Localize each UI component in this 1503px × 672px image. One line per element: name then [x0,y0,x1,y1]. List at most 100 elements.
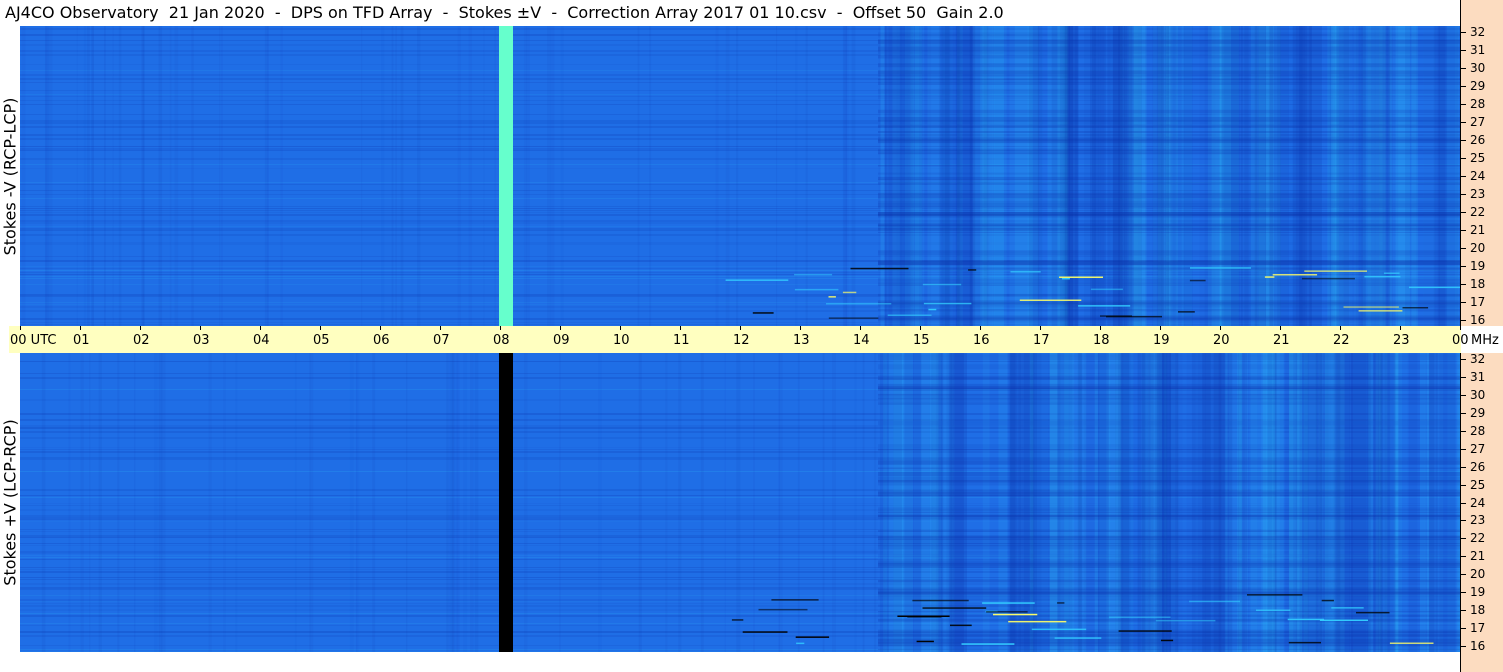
y-tick-mark [1461,592,1466,594]
activity-band [878,176,1460,179]
x-tick-mark [980,326,981,330]
faint-column [80,353,84,652]
rfi-streak [916,640,934,643]
rfi-streak [1256,609,1291,611]
faint-column [450,353,454,652]
activity-band [878,181,1460,185]
activity-band [878,70,1460,75]
y-tick-label: 20 [1470,241,1486,255]
x-tick-label: 04 [253,333,270,348]
x-tick-mark [1040,326,1041,330]
rfi-streak [1054,637,1102,639]
faint-column [547,26,551,326]
activity-band [878,124,1460,128]
activity-band [878,530,1460,532]
faint-column [98,353,102,652]
x-tick-mark [860,326,861,330]
x-tick-mark [740,326,741,330]
x-tick-label: 00 [1452,333,1469,348]
faint-column [725,26,730,326]
activity-band [878,444,1460,448]
rfi-streak [742,631,788,633]
faint-column [523,26,527,326]
x-tick-label: 09 [553,333,570,348]
activity-band [878,79,1460,81]
activity-band [878,592,1460,595]
y-tick-mark [1461,412,1466,414]
x-tick-mark [380,326,381,330]
rfi-streak [1383,272,1400,274]
y-tick-label: 29 [1470,79,1486,93]
rfi-streak [928,308,937,311]
x-tick-mark [1280,326,1281,330]
y-tick-label: 19 [1470,585,1486,600]
x-tick-mark [260,326,261,330]
y-tick-mark [1461,610,1466,612]
faint-column [560,26,564,326]
rfi-streak [1059,276,1103,278]
x-tick-mark [140,326,141,330]
faint-column [221,26,223,326]
faint-column [406,353,408,652]
activity-band [878,252,1460,256]
x-tick-label: 14 [853,333,870,348]
activity-band [878,422,1460,426]
faint-column [842,26,847,326]
faint-column [832,353,836,652]
spectrogram-bottom [20,353,1460,652]
x-tick-mark [680,326,681,330]
faint-column [417,26,421,326]
y-tick-mark [1461,466,1466,468]
y-tick-mark [1461,538,1466,540]
x-tick-label: 08 [493,333,510,348]
x-tick-mark [1100,326,1101,330]
activity-band [878,63,1460,68]
activity-band [878,293,1460,297]
faint-column [457,26,462,326]
y-tick-mark [1461,284,1466,285]
faint-column [468,26,473,326]
y-tick-mark [1461,212,1466,213]
rfi-streak [982,602,1035,604]
rfi-streak [1364,275,1401,278]
faint-column [161,353,166,652]
rfi-streak [907,616,942,618]
activity-band [878,75,1460,77]
rfi-streak [1288,641,1321,644]
rfi-streak [752,312,774,314]
y-tick-label: 21 [1470,549,1486,564]
activity-band [878,94,1460,99]
rfi-streak [1189,600,1240,603]
faint-column [391,26,394,326]
activity-band [878,553,1460,558]
activity-band [878,131,1460,133]
activity-band [878,356,1460,361]
x-tick-mark [20,326,21,330]
frequency-axis-bottom: 32 31 30 29 28 27 26 25 24 23 22 21 20 19 18 17 16 [1460,353,1503,672]
x-tick-label: 17 [1033,333,1050,348]
activity-band [878,648,1460,650]
faint-column [264,26,269,326]
faint-column [154,353,158,652]
activity-band [878,231,1460,233]
activity-band [878,165,1460,167]
activity-band [878,192,1460,198]
y-unit-label: MHz [1471,333,1499,348]
rfi-streak [826,303,892,305]
y-tick-mark [1461,302,1466,303]
rfi-streak [1100,315,1132,317]
rfi-streak [1008,620,1067,623]
activity-band [878,46,1460,51]
chart-title: AJ4CO Observatory 21 Jan 2020 - DPS on T… [5,3,1004,22]
activity-band [878,393,1460,396]
x-tick-label: 07 [433,333,450,348]
x-tick-mark [920,326,921,330]
rfi-streak [1190,267,1251,269]
rfi-streak [950,624,972,627]
activity-band [878,282,1460,286]
faint-column [715,26,719,326]
y-tick-mark [1461,320,1466,321]
y-tick-label: 22 [1470,205,1486,219]
rfi-streak [1302,277,1355,280]
faint-column [372,353,376,652]
